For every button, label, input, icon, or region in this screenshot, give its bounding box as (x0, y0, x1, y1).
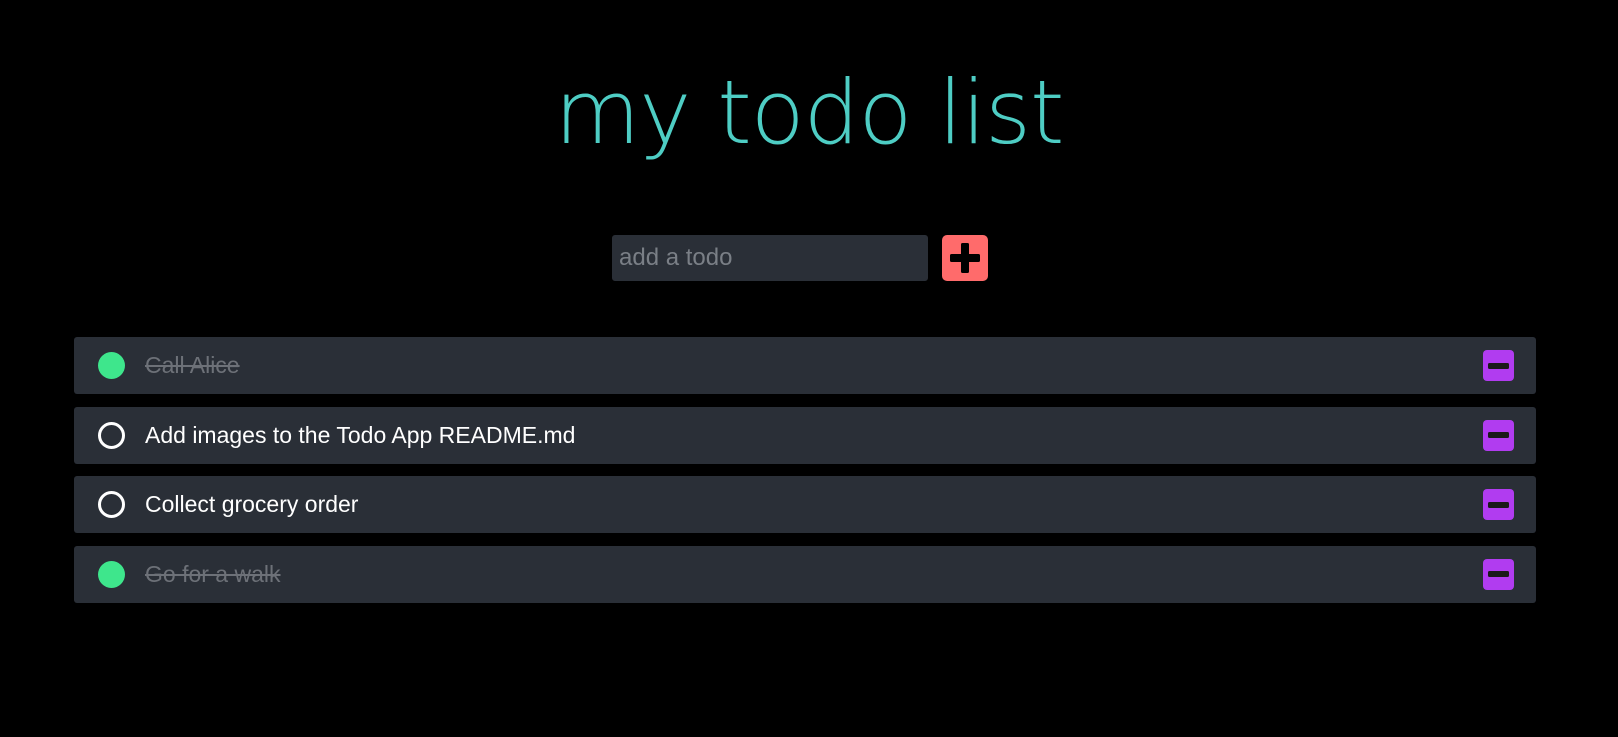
minus-icon (1488, 432, 1509, 438)
todo-item: Go for a walk (74, 545, 1536, 603)
minus-icon (1488, 362, 1509, 369)
page-title: my todo list (554, 61, 1064, 164)
add-todo-input[interactable] (612, 235, 928, 281)
todo-item: Add images to the Todo App README.md (74, 406, 1536, 464)
todo-text: Call Alice (145, 352, 240, 378)
remove-todo-button[interactable] (1483, 350, 1514, 381)
todo-checkbox[interactable] (98, 352, 125, 379)
add-todo-button[interactable] (942, 235, 988, 281)
todo-checkbox[interactable] (98, 491, 125, 518)
add-todo-form (612, 234, 988, 282)
todo-list: Call Alice Add images to the Todo App RE… (74, 337, 1536, 615)
minus-icon (1488, 571, 1509, 577)
remove-todo-button[interactable] (1483, 419, 1514, 451)
todo-checkbox[interactable] (98, 560, 125, 588)
todo-text: Go for a walk (145, 560, 281, 587)
remove-todo-button[interactable] (1483, 558, 1514, 590)
plus-icon (950, 243, 980, 273)
minus-icon (1488, 501, 1509, 508)
todo-text: Add images to the Todo App README.md (145, 421, 576, 448)
todo-item: Call Alice (74, 337, 1536, 394)
todo-item: Collect grocery order (74, 476, 1536, 533)
todo-text: Collect grocery order (145, 491, 359, 517)
todo-app: my todo list Call Alice Add images to th… (0, 0, 1618, 737)
todo-checkbox[interactable] (98, 421, 125, 449)
remove-todo-button[interactable] (1483, 489, 1514, 520)
